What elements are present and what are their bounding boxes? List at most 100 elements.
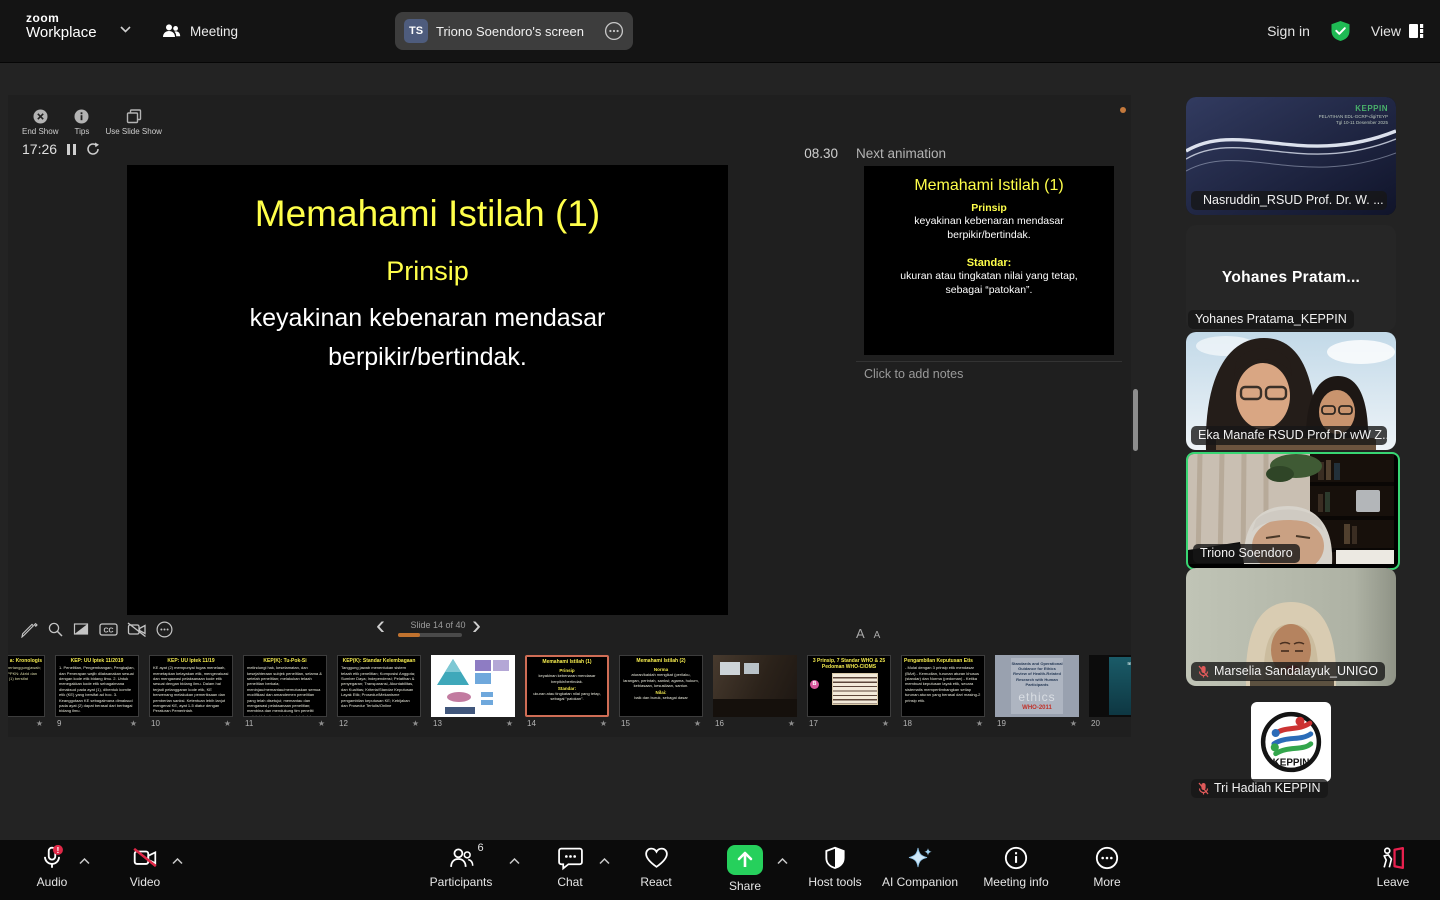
leave-button[interactable]: Leave — [1338, 845, 1440, 889]
thumb-title: KEP: UU Iptek 11/2019 — [56, 656, 138, 665]
preview-body2-line2: sebagai “patokan”. — [864, 284, 1114, 298]
keppin-brand: KEPPIN — [1319, 104, 1388, 114]
video-tile-eka[interactable]: Eka Manafe RSUD Prof Dr wW Z... — [1186, 332, 1396, 450]
slide-thumbnail-8[interactable]: a: Kronologis ber dan kode manusia; bert… — [8, 655, 45, 717]
scrollbar-thumb[interactable] — [1133, 389, 1138, 451]
thumb-number: 12 — [339, 719, 348, 728]
pen-icon[interactable] — [21, 621, 38, 638]
thumb-title: 3 Prinsip, 7 Standar WHO & 25 Pedoman WH… — [808, 656, 890, 672]
tips-label: Tips — [75, 127, 90, 136]
book-cover-thumbnail: Standards and Operational Guidance for E… — [995, 655, 1079, 717]
slide-thumbnail-9[interactable]: KEP: UU Iptek 11/2019 1. Penelitian, Pen… — [55, 655, 139, 717]
thumb-title: Memahami Istilah (2) — [620, 656, 702, 665]
keppin-line1: PELATIHAN EDL-GCRP-digiTEYP — [1319, 114, 1388, 120]
use-slide-show-button[interactable]: Use Slide Show — [105, 109, 161, 136]
video-tile-triono-active-speaker[interactable]: Triono Soendoro — [1186, 452, 1400, 570]
logo-workplace: Workplace — [26, 25, 97, 42]
slide-thumbnail-strip: a: Kronologis ber dan kode manusia; bert… — [8, 655, 1131, 728]
preview-body2-line1: ukuran atau tingkatan nilai yang tetap, — [864, 270, 1114, 284]
animation-star-icon: ★ — [506, 719, 513, 728]
thumbnail-cell: International Guid Health-related Involv… — [1089, 655, 1131, 728]
svg-text:CC: CC — [103, 628, 113, 635]
participant-name: Triono Soendoro — [1200, 546, 1293, 560]
restart-timer-icon[interactable] — [86, 142, 100, 156]
participant-name-label: Marselia Sandalayuk_UNIGO — [1191, 662, 1385, 681]
subtitles-cc-icon[interactable]: CC — [99, 621, 118, 638]
end-show-button[interactable]: End Show — [22, 109, 58, 136]
tab-shared-screen[interactable]: TS Triono Soendoro's screen — [395, 12, 633, 50]
ai-companion-button[interactable]: AI Companion — [865, 845, 975, 889]
camera-off-icon[interactable] — [127, 621, 147, 638]
animation-star-icon: ★ — [788, 719, 795, 728]
animation-star-icon: ★ — [1070, 719, 1077, 728]
book-title: International Guid Health-related Involv — [1109, 657, 1131, 680]
slide-progress-bar — [398, 633, 462, 637]
tips-button[interactable]: Tips — [74, 109, 89, 136]
video-tile-yohanes[interactable]: Yohanes Pratam... Yohanes Pratama_KEPPIN — [1186, 225, 1396, 331]
slide-thumbnail-20[interactable]: International Guid Health-related Involv — [1089, 655, 1131, 717]
slide-thumbnail-15[interactable]: Memahami Istilah (2) Norma aturan/kaidah… — [619, 655, 703, 717]
next-slide-preview[interactable]: Memahami Istilah (1) Prinsip keyakinan k… — [864, 166, 1114, 355]
slide-subtitle: Prinsip — [127, 256, 728, 287]
blackout-slide-icon[interactable] — [73, 621, 90, 638]
previous-slide-button[interactable]: ‹ — [376, 612, 385, 639]
notes-divider — [856, 361, 1122, 362]
animation-star-icon: ★ — [600, 719, 607, 728]
slide-counter: Slide 14 of 40 — [392, 620, 484, 630]
audio-options-chevron[interactable] — [79, 858, 90, 865]
book-ethics: ethics — [1011, 690, 1063, 704]
keppin-logo: KEPPIN — [1255, 706, 1327, 778]
thumb-body: keyakinan kebenaran mendasar berpikir/be… — [527, 673, 607, 684]
video-tile-marselia[interactable]: Marselia Sandalayuk_UNIGO — [1186, 568, 1396, 686]
thumb-number: 11 — [245, 719, 253, 728]
thumb-title: KEP(K): Tu-Pok-Si — [244, 656, 326, 665]
slide-thumbnail-10[interactable]: KEP: UU Iptek 11/19 KE ayat (2) mempunya… — [149, 655, 233, 717]
thumb-title: KEP: UU Iptek 11/19 — [150, 656, 232, 665]
tab-meeting[interactable]: Meeting — [152, 0, 248, 62]
slide-thumbnail-11[interactable]: KEP(K): Tu-Pok-Si melindungi hak, kesela… — [243, 655, 327, 717]
magnifier-icon[interactable] — [47, 621, 64, 638]
svg-text:!: ! — [57, 845, 60, 855]
photo-thumbnail — [713, 655, 797, 717]
mic-icon: ! — [39, 845, 65, 871]
ellipsis-circle-icon[interactable] — [604, 21, 624, 41]
slide-thumbnail-18[interactable]: Pengambilan Keputusan Etis - Mulai denga… — [901, 655, 985, 717]
font-decrease-button[interactable]: A — [874, 630, 881, 641]
slide-thumbnail-17[interactable]: 3 Prinsip, 7 Standar WHO & 25 Pedoman WH… — [807, 655, 891, 717]
tab-meeting-label: Meeting — [190, 24, 238, 39]
slide-thumbnail-14-current[interactable]: Memahami Istilah (1) Prinsip keyakinan k… — [525, 655, 609, 717]
people-icon — [162, 23, 181, 39]
video-tile-nasruddin[interactable]: KEPPIN PELATIHAN EDL-GCRP-digiTEYP Tgl 1… — [1186, 97, 1396, 215]
diagram-thumbnail — [431, 655, 515, 717]
thumb-number: 20 — [1091, 719, 1100, 728]
thumb-title: KEP(K): Standar Kelembagaan — [338, 656, 420, 665]
timer-value: 17:26 — [22, 141, 57, 157]
thumbnail-cell: KEP: UU Iptek 11/19 KE ayat (2) mempunya… — [149, 655, 233, 728]
keppin-line2: Tgl 10-11 Desember 2025 — [1319, 120, 1388, 126]
video-tile-tri-hadiah[interactable]: KEPPIN — [1251, 702, 1331, 782]
preview-body: keyakinan kebenaran mendasar berpikir/be… — [864, 215, 1114, 242]
thumb-title: a: Kronologis — [8, 656, 44, 665]
book-who: WHO-2011 — [1011, 705, 1063, 711]
more-tools-icon[interactable] — [156, 621, 173, 638]
chevron-down-icon[interactable] — [120, 26, 131, 33]
slide-thumbnail-16[interactable] — [713, 655, 797, 717]
slide-thumbnail-12[interactable]: KEP(K): Standar Kelembagaan Tanggung jaw… — [337, 655, 421, 717]
shared-screen-content: End Show Tips Use Slide Show 17:26 — [8, 95, 1131, 737]
participant-name: Eka Manafe RSUD Prof Dr wW Z... — [1198, 428, 1387, 442]
font-increase-button[interactable]: A — [856, 626, 865, 641]
slide-body-line2: berpikir/bertindak. — [127, 338, 728, 377]
slide-thumbnail-13[interactable] — [431, 655, 515, 717]
video-button[interactable]: Video — [90, 845, 200, 889]
audio-label: Audio — [37, 875, 68, 889]
preview-subtitle: Prinsip — [864, 202, 1114, 214]
pause-icon[interactable] — [67, 144, 76, 155]
book-title: Standards and Operational Guidance for E… — [1011, 658, 1063, 687]
participants-button[interactable]: 6 Participants — [406, 845, 516, 889]
notes-placeholder[interactable]: Click to add notes — [864, 367, 963, 381]
thumbnail-cell: 3 Prinsip, 7 Standar WHO & 25 Pedoman WH… — [807, 655, 891, 728]
video-options-chevron[interactable] — [172, 858, 183, 865]
slide-thumbnail-19[interactable]: Standards and Operational Guidance for E… — [995, 655, 1079, 717]
more-button[interactable]: More — [1052, 845, 1162, 889]
animation-star-icon: ★ — [318, 719, 325, 728]
